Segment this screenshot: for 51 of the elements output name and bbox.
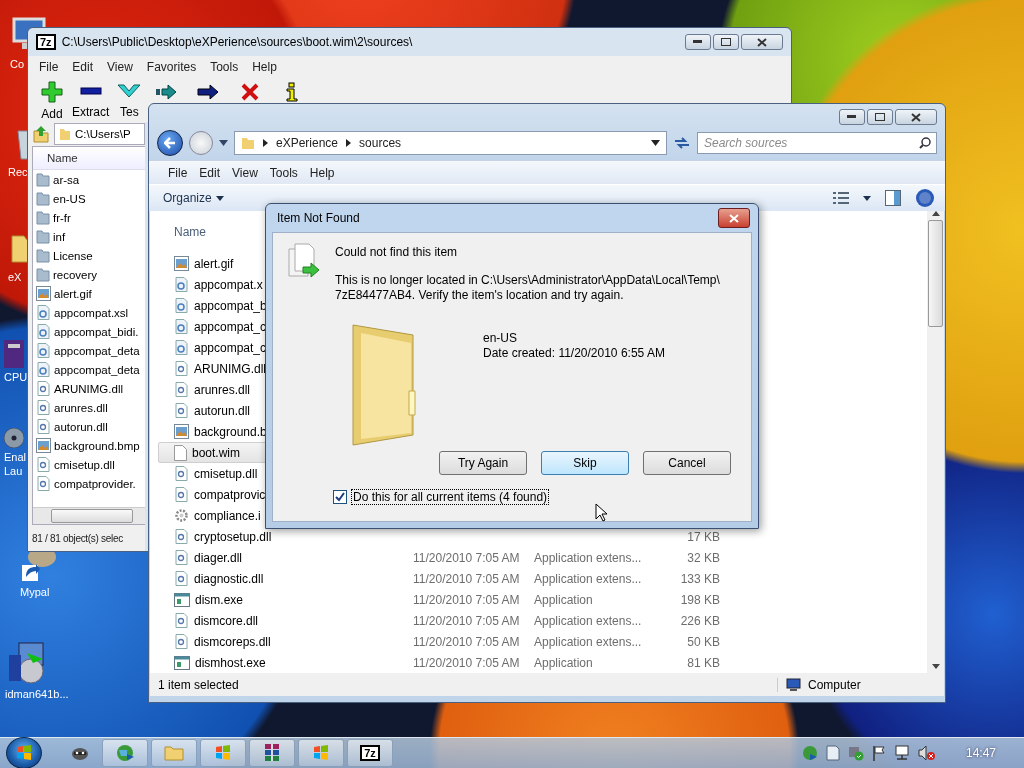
file-name: appcompat_c: [194, 319, 267, 334]
file-name: boot.wim: [192, 445, 241, 460]
date-text: 11/20/2010 7:05 AM: [413, 550, 520, 565]
file-name: appcompat_c: [194, 340, 267, 355]
dialog-heading: Could not find this item: [335, 245, 459, 259]
file-name: appcompat_b: [194, 298, 267, 313]
date-text: 11/20/2010 7:05 AM: [413, 613, 520, 628]
file-name: diager.dll: [194, 550, 243, 565]
file-name: appcompat.x: [194, 277, 263, 292]
clock: 14:47: [965, 746, 996, 760]
file-name: dismcoreps.dll: [194, 634, 271, 649]
file-name: cmisetup.dll: [194, 466, 258, 481]
size-text: 32 KB: [687, 550, 720, 565]
type-text: Application extens...: [534, 571, 642, 586]
type-text: Application extens...: [534, 550, 642, 565]
file-name: dismhost.exe: [195, 655, 266, 670]
file-name: ARUNIMG.dll: [194, 361, 266, 376]
date-text: 11/20/2010 7:05 AM: [413, 592, 520, 607]
size-text: 133 KB: [680, 571, 720, 586]
file-name: diagnostic.dll: [194, 571, 264, 586]
item-date: Date created: 11/20/2010 6:55 AM: [483, 346, 665, 361]
location-text: Computer: [808, 677, 861, 692]
type-text: Application: [534, 592, 593, 607]
size-text: 226 KB: [680, 613, 720, 628]
file-name: alert.gif: [194, 256, 234, 271]
dialog-title: Item Not Found: [277, 211, 360, 225]
status-text: 81 / 81 object(s) selec: [32, 531, 124, 546]
app-logo: 7z: [36, 34, 56, 50]
type-text: Application: [534, 655, 593, 670]
date-text: 11/20/2010 7:05 AM: [413, 634, 520, 649]
type-text: Application extens...: [534, 634, 642, 649]
type-text: Application extens...: [534, 613, 642, 628]
item-name: en-US: [483, 331, 518, 346]
file-name: dism.exe: [195, 592, 244, 607]
size-text: 198 KB: [680, 592, 720, 607]
date-text: 11/20/2010 7:05 AM: [413, 571, 520, 586]
window-title: C:\Users\Public\Desktop\eXPerience\sources\boot.wim\2\sources\: [61, 35, 413, 49]
size-text: 50 KB: [687, 634, 720, 649]
file-name: compliance.i: [194, 508, 261, 523]
date-text: 11/20/2010 7:05 AM: [413, 655, 520, 670]
size-text: 17 KB: [687, 529, 720, 544]
dialog-message: This is no longer located in C:\Users\Administrator\AppData\Local\Temp\ 7zE84477AB4. Verify the item's location and try again.: [335, 273, 721, 303]
file-name: cryptosetup.dll: [194, 529, 272, 544]
file-name: background.b: [194, 424, 267, 439]
status-text: 1 item selected: [158, 677, 239, 692]
file-name: arunres.dll: [194, 382, 251, 397]
file-name: autorun.dll: [194, 403, 251, 418]
archiver-logo: 7z: [360, 745, 380, 761]
size-text: 81 KB: [687, 655, 720, 670]
file-name: compatprovic: [194, 487, 266, 502]
file-name: dismcore.dll: [194, 613, 259, 628]
